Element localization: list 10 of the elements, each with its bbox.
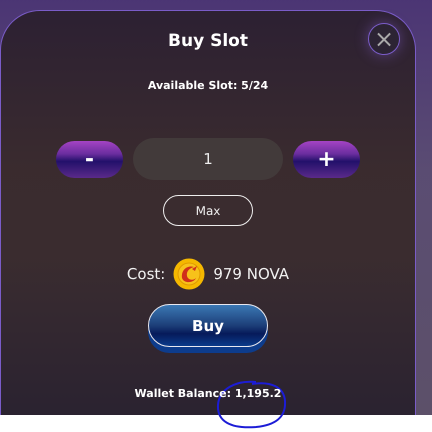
available-slot-text: Available Slot: 5/24 (148, 79, 268, 92)
quantity-field[interactable]: 1 (133, 138, 283, 180)
cost-amount: 979 NOVA (213, 265, 290, 283)
coin-icon (173, 258, 206, 290)
dialog-title: Buy Slot (168, 30, 248, 53)
plus-button[interactable]: + (293, 140, 360, 178)
close-button[interactable]: × (368, 23, 400, 55)
minus-button[interactable]: - (56, 140, 123, 178)
cost-label: Cost: (126, 265, 166, 283)
max-button[interactable]: Max (163, 195, 253, 226)
